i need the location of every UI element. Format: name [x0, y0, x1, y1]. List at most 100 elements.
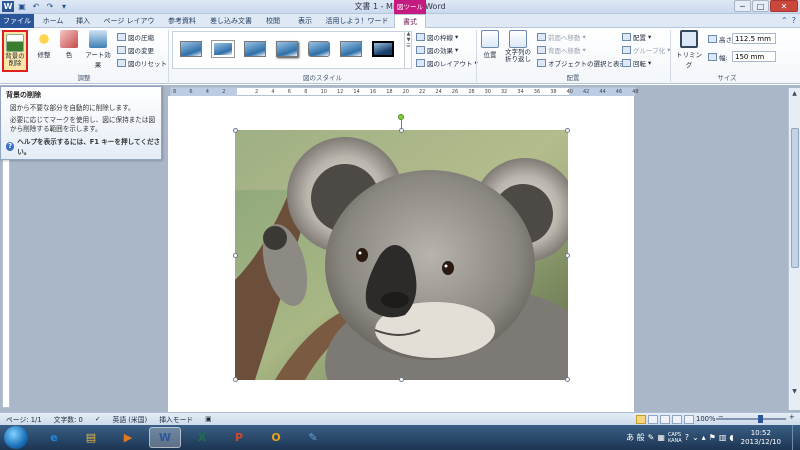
show-desktop-button[interactable] [792, 425, 800, 450]
resize-handle-w[interactable] [233, 253, 238, 258]
vertical-scrollbar[interactable]: ▲ ▼ [788, 88, 800, 410]
height-input[interactable]: 112.5 mm [732, 33, 776, 44]
print-layout-view-icon[interactable] [636, 415, 646, 424]
zoom-slider[interactable] [716, 415, 786, 423]
send-backward-button[interactable]: 背面へ移動 ▾ [537, 45, 586, 55]
draft-view-icon[interactable] [684, 415, 694, 424]
tab-review[interactable]: 校閲 [260, 14, 286, 28]
selection-pane-button[interactable]: オブジェクトの選択と表示 [537, 58, 626, 68]
picture-effects-button[interactable]: 図の効果 ▾ [416, 45, 458, 55]
horizontal-ruler[interactable]: 8 6 4 2 2 4 6 8 10 12 14 16 18 20 22 24 26 28 30 32 34 36 38 40… [170, 87, 639, 96]
ie-icon[interactable]: e [38, 427, 70, 448]
tab-mailings[interactable]: 差し込み文書 [206, 14, 256, 28]
resize-handle-sw[interactable] [233, 377, 238, 382]
tab-page-layout[interactable]: ページ レイアウト [100, 14, 158, 39]
proofing-icon[interactable]: ✓ [95, 415, 101, 423]
tab-file[interactable]: ファイル [0, 14, 34, 28]
resize-handle-nw[interactable] [233, 128, 238, 133]
ime-caps-kana[interactable]: CAPS KANA [668, 432, 682, 444]
corrections-button[interactable]: 修整 [32, 30, 56, 59]
scroll-down-icon[interactable]: ▼ [789, 388, 800, 395]
tab-home[interactable]: ホーム [38, 14, 68, 28]
picture-style-thumb-selected[interactable] [368, 36, 397, 62]
compress-pictures-button[interactable]: 図の圧縮 [117, 32, 154, 42]
crop-button[interactable]: トリミング [674, 30, 704, 69]
media-player-icon[interactable]: ▶ [112, 427, 144, 448]
ruler-tick-label: 48 [632, 89, 639, 95]
align-button[interactable]: 配置 ▾ [622, 32, 651, 42]
word-taskbar-icon[interactable]: W [149, 427, 181, 448]
flag-icon[interactable]: ⚑ [709, 433, 716, 442]
koala-image [235, 130, 568, 380]
language-indicator[interactable]: 英語 (米国) [113, 414, 148, 424]
insert-mode[interactable]: 挿入モード [159, 414, 193, 424]
rotate-handle[interactable] [398, 114, 404, 120]
picture-border-button[interactable]: 図の枠線 ▾ [416, 32, 458, 42]
collapse-ribbon-icon[interactable]: ⌃ [781, 16, 788, 25]
rotate-button[interactable]: 回転 ▾ [622, 58, 651, 68]
ime-mode[interactable]: あ 般 [626, 432, 645, 443]
resize-handle-se[interactable] [565, 377, 570, 382]
maximize-button[interactable]: □ [752, 0, 769, 12]
reset-picture-button[interactable]: 図のリセット [117, 58, 167, 68]
group-objects-button[interactable]: グループ化 ▾ [622, 45, 670, 55]
resize-handle-n[interactable] [399, 128, 404, 133]
help-icon[interactable]: ? [792, 16, 796, 25]
tray-expand-icon[interactable]: ▴ [702, 433, 706, 442]
scrollbar-thumb[interactable] [791, 128, 799, 268]
width-input[interactable]: 150 mm [732, 51, 776, 62]
picture-effects-icon [416, 46, 425, 54]
scroll-up-icon[interactable]: ▲ [789, 90, 800, 97]
page-count[interactable]: ページ: 1/1 [6, 414, 42, 424]
resize-handle-s[interactable] [399, 377, 404, 382]
gallery-scroll-icon[interactable]: ▲ ▼ ☰ [404, 31, 412, 69]
picture-style-thumb[interactable] [208, 36, 237, 62]
clock[interactable]: 10:52 2013/12/10 [741, 429, 781, 447]
position-button[interactable]: 位置 [479, 30, 501, 59]
art-effects-button[interactable]: アート効果 [82, 30, 114, 69]
powerpoint-icon[interactable]: P [223, 427, 255, 448]
remove-background-button[interactable]: 背景の 削除 [2, 30, 28, 72]
network-icon[interactable]: ▥ [719, 433, 727, 442]
zoom-slider-knob[interactable] [758, 415, 763, 423]
tab-format[interactable]: 書式 [394, 14, 426, 29]
macro-record-icon[interactable]: ▣ [205, 415, 211, 423]
ime-options-icon[interactable]: ⌄ [692, 433, 699, 442]
outline-view-icon[interactable] [672, 415, 682, 424]
explorer-icon[interactable]: ▤ [75, 427, 107, 448]
ruler-tick-label: 2 [255, 89, 259, 95]
color-button[interactable]: 色 [58, 30, 80, 59]
change-picture-button[interactable]: 図の変更 [117, 45, 154, 55]
volume-icon[interactable]: ◖ [729, 433, 733, 442]
full-screen-reading-icon[interactable] [648, 415, 658, 424]
picture-style-thumb[interactable] [240, 36, 269, 62]
resize-handle-ne[interactable] [565, 128, 570, 133]
picture-layout-button[interactable]: 図のレイアウト ▾ [416, 58, 478, 68]
close-button[interactable]: ✕ [770, 0, 798, 12]
bring-forward-button[interactable]: 前面へ移動 ▾ [537, 32, 586, 42]
web-layout-icon[interactable] [660, 415, 670, 424]
start-button[interactable] [4, 426, 28, 449]
picture-styles-gallery[interactable] [172, 31, 412, 69]
tab-insert[interactable]: 挿入 [70, 14, 96, 28]
ime-dictionary-icon[interactable]: ▦ [657, 433, 665, 442]
minimize-button[interactable]: ─ [734, 0, 751, 12]
picture-style-thumb[interactable] [304, 36, 333, 62]
picture-style-thumb[interactable] [336, 36, 365, 62]
ime-help-icon[interactable]: ? [685, 433, 689, 442]
picture-style-thumb[interactable] [272, 36, 301, 62]
resize-handle-e[interactable] [565, 253, 570, 258]
wrap-text-button[interactable]: 文字列の 折り返し [503, 30, 533, 63]
outlook-icon[interactable]: O [260, 427, 292, 448]
zoom-level[interactable]: 100% [696, 415, 715, 423]
tab-addin-word[interactable]: 活用しよう！ワード [324, 14, 390, 28]
tab-references[interactable]: 参考資料 [162, 14, 202, 28]
word-count[interactable]: 文字数: 0 [54, 414, 83, 424]
ime-toolbar-icon[interactable]: ✎ [648, 433, 655, 442]
zoom-in-icon[interactable]: + [789, 413, 795, 421]
paint-icon[interactable]: ✎ [297, 427, 329, 448]
koala-picture[interactable] [235, 130, 568, 380]
picture-style-thumb[interactable] [176, 36, 205, 62]
tab-view[interactable]: 表示 [292, 14, 318, 28]
excel-icon[interactable]: X [186, 427, 218, 448]
